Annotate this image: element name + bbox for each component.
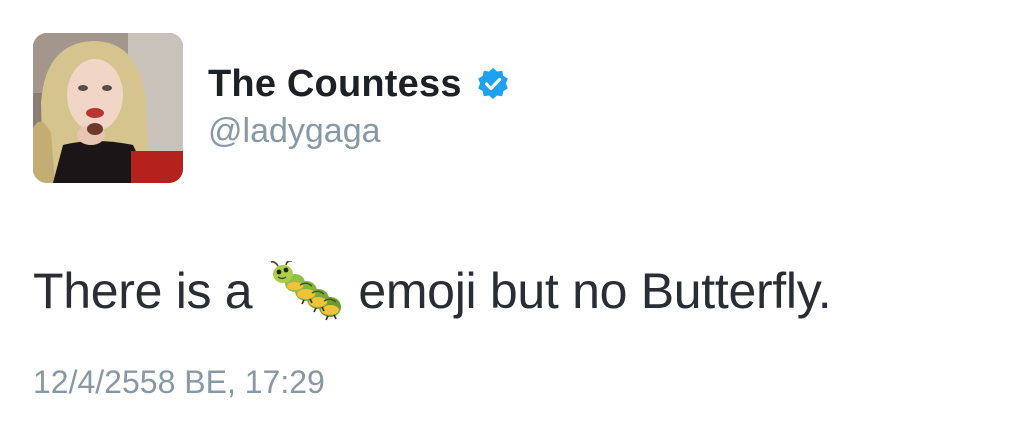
caterpillar-icon: [268, 260, 346, 321]
tweet-timestamp[interactable]: 12/4/2558 BE, 17:29: [33, 364, 325, 401]
tweet-text: There is a emoji but no Butterfly.: [33, 256, 832, 326]
user-handle[interactable]: @ladygaga: [208, 112, 381, 151]
display-name-row: The Countess: [208, 60, 510, 108]
tweet-card: The Countess @ladygaga There is a emoji …: [0, 0, 1024, 444]
tweet-text-after: emoji but no Butterfly.: [358, 263, 832, 319]
avatar[interactable]: [33, 33, 183, 183]
verified-badge-icon: [476, 67, 510, 101]
tweet-text-before: There is a: [33, 263, 253, 319]
display-name[interactable]: The Countess: [208, 63, 462, 106]
